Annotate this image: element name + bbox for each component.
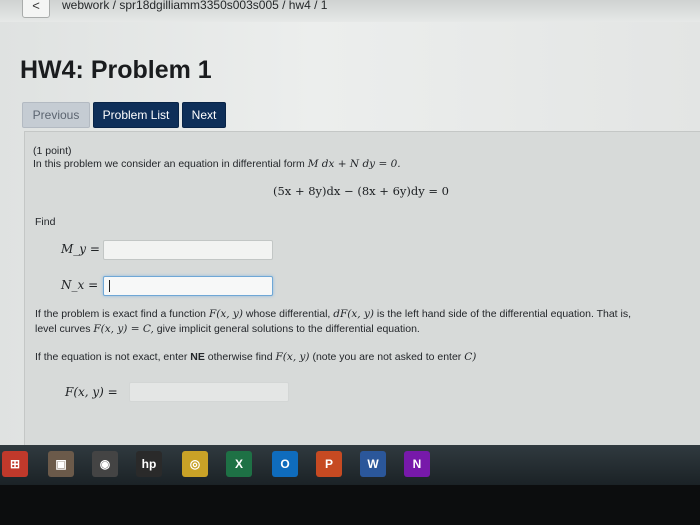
onenote-icon[interactable]: N [404,451,430,477]
exact-text-a: If the problem is exact find a function [35,308,207,320]
f-label: F(x, y) = [65,385,118,399]
photos-icon[interactable]: ▣ [48,451,74,477]
ne-math-c: C) [464,351,477,363]
points-label: (1 point) [33,145,72,157]
nx-input[interactable] [103,276,273,296]
exact-math-level: F(x, y) = C, [93,323,154,335]
text-caret [109,280,110,292]
exact-instructions-line1: If the problem is exact find a function … [35,308,631,320]
ne-keyword: NE [190,351,205,363]
powerpoint-icon[interactable]: P [316,451,342,477]
word-icon[interactable]: W [360,451,386,477]
problem-list-button[interactable]: Problem List [93,102,179,128]
exact-math-df: dF(x, y) [333,308,374,320]
excel-icon[interactable]: X [226,451,252,477]
previous-button[interactable]: Previous [22,102,90,128]
problem-panel: (1 point) In this problem we consider an… [24,131,700,446]
intro-text: In this problem we consider an equation … [33,158,401,170]
exact-text-b: whose differential, [245,308,331,320]
chrome-icon[interactable]: ◎ [182,451,208,477]
exact-text-c: is the left hand side of the differentia… [376,308,632,320]
exact-text-d: level curves [35,323,91,335]
breadcrumb-bar: < webwork / spr18dgilliamm3350s003s005 /… [0,0,700,23]
hp-icon[interactable]: hp [136,451,162,477]
nx-label: N_x = [61,278,99,292]
breadcrumb[interactable]: webwork / spr18dgilliamm3350s003s005 / h… [62,0,327,12]
not-exact-instructions: If the equation is not exact, enter NE o… [35,351,476,363]
f-input[interactable] [129,382,289,402]
intro-text-main: In this problem we consider an equation … [33,158,305,170]
ne-math-f: F(x, y) [275,351,310,363]
my-input[interactable] [103,240,273,260]
screen-bezel [0,485,700,525]
back-button[interactable]: < [22,0,50,18]
ne-text-c: (note you are not asked to enter [312,351,462,363]
page-title: HW4: Problem 1 [20,56,212,84]
taskbar: ⊞ ▣ ◉ hp ◎ X O P W N [0,445,700,485]
exact-text-e: give implicit general solutions to the d… [156,323,420,335]
find-label: Find [35,216,56,228]
my-label: M_y = [61,242,100,256]
differential-equation: (5x + 8y)dx − (8x + 6y)dy = 0 [273,184,449,198]
ne-text-a: If the equation is not exact, enter [35,351,188,363]
exact-instructions-line2: level curves F(x, y) = C, give implicit … [35,323,420,335]
next-button[interactable]: Next [182,102,226,128]
ne-text-b: otherwise find [207,351,273,363]
start-icon[interactable]: ⊞ [2,451,28,477]
exact-math-f: F(x, y) [208,308,243,320]
intro-math: M dx + N dy = 0. [307,158,401,170]
outlook-icon[interactable]: O [272,451,298,477]
media-player-icon[interactable]: ◉ [92,451,118,477]
